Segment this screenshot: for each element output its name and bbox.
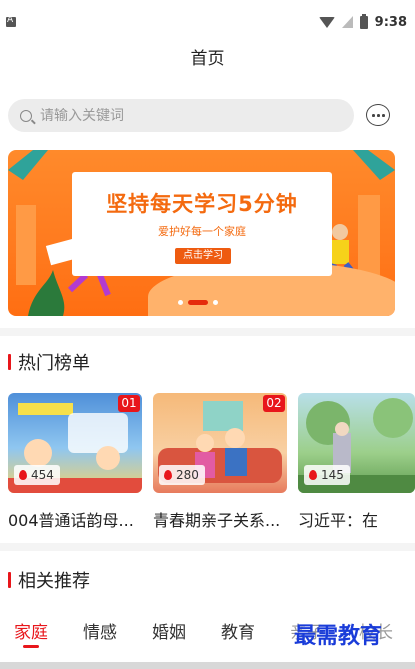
hot-list-item[interactable]: 02 280 青春期亲子关系...: [153, 393, 287, 531]
carousel-dot[interactable]: [213, 300, 218, 305]
section-divider: [0, 328, 415, 336]
notification-icon: [6, 15, 16, 27]
hot-list-item[interactable]: 145 习近平：在: [298, 393, 415, 531]
hot-thumbnail: 02 280: [153, 393, 287, 493]
message-icon[interactable]: [366, 104, 390, 126]
watermark-logo: 最需教育: [294, 623, 383, 649]
hot-section-header: 热门榜单: [8, 350, 90, 374]
hot-thumbnail: 145: [298, 393, 415, 493]
heat-badge: 454: [14, 465, 60, 485]
carousel-dot[interactable]: [178, 300, 183, 305]
banner-headline: 坚持每天学习5分钟: [106, 192, 298, 216]
wifi-icon: [318, 16, 335, 28]
hot-thumbnail: 01 454: [8, 393, 142, 493]
hot-section-title: 热门榜单: [18, 353, 90, 374]
tab-education[interactable]: 教育: [221, 618, 255, 643]
banner-subtitle: 爱护好每一个家庭: [158, 225, 246, 238]
hot-item-title: 习近平：在: [298, 511, 379, 530]
carousel-indicator: [178, 300, 218, 305]
content-preview-strip: [0, 662, 415, 669]
flame-icon: [309, 470, 317, 480]
heat-badge: 145: [304, 465, 350, 485]
carousel-dot-active[interactable]: [188, 300, 208, 305]
active-tab-indicator: [23, 645, 39, 648]
heat-badge: 280: [159, 465, 205, 485]
tab-emotion[interactable]: 情感: [83, 618, 117, 643]
search-input[interactable]: [40, 107, 330, 124]
battery-icon: [359, 13, 368, 29]
clock: 9:38: [374, 14, 407, 30]
heat-count: 280: [176, 468, 199, 482]
banner-cta-button[interactable]: 点击学习: [175, 248, 231, 264]
rank-badge: 01: [118, 395, 140, 412]
rank-badge: 02: [263, 395, 285, 412]
section-accent-bar: [8, 572, 11, 588]
recommend-section-header: 相关推荐: [8, 568, 90, 592]
signal-icon: [341, 16, 353, 28]
search-bar[interactable]: [8, 99, 354, 132]
heat-count: 454: [31, 468, 54, 482]
hot-item-title: 青春期亲子关系...: [153, 511, 281, 530]
tab-family[interactable]: 家庭: [14, 618, 48, 643]
flame-icon: [164, 470, 172, 480]
flame-icon: [19, 470, 27, 480]
page-title: 首页: [190, 49, 225, 69]
hot-list-item[interactable]: 01 454 004普通话韵母...: [8, 393, 142, 531]
section-divider: [0, 543, 415, 551]
search-icon: [20, 109, 32, 122]
heat-count: 145: [321, 468, 344, 482]
section-accent-bar: [8, 354, 11, 370]
tab-marriage[interactable]: 婚姻: [152, 618, 186, 643]
recommend-section-title: 相关推荐: [18, 571, 90, 592]
banner-carousel[interactable]: 坚持每天学习5分钟 爱护好每一个家庭 点击学习: [8, 150, 395, 316]
status-bar: 9:38: [0, 0, 415, 44]
hot-item-title: 004普通话韵母...: [8, 511, 134, 530]
status-icons: 9:38: [318, 13, 407, 31]
